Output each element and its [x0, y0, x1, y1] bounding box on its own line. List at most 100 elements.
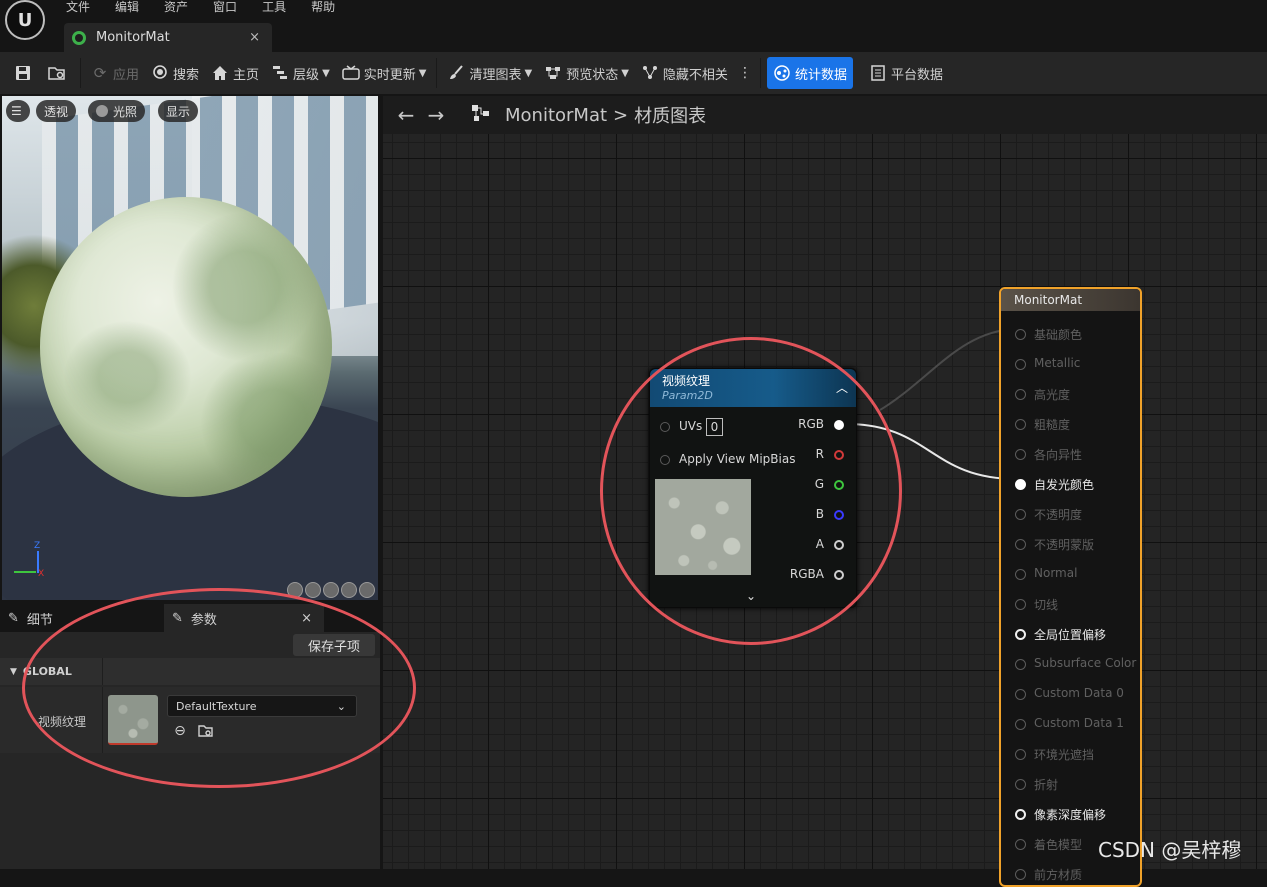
tab-monitormat[interactable]: MonitorMat × — [64, 23, 272, 52]
chevron-down-icon: ▼ — [524, 67, 533, 79]
result-input-pin[interactable] — [1015, 839, 1026, 850]
browse-button[interactable] — [42, 57, 76, 89]
result-input-label: Custom Data 0 — [1034, 686, 1124, 700]
material-result-node[interactable]: MonitorMat 基础颜色 Metallic 高光度 粗糙度 各向异性 自发光颜色 不透… — [999, 287, 1142, 887]
result-input-label: 基础颜色 — [1034, 328, 1083, 342]
tab-details-label: 细节 — [26, 612, 53, 628]
main-menu: 文件 编辑 资产 窗口 工具 帮助 — [66, 0, 335, 15]
unreal-logo-icon[interactable]: U — [5, 0, 45, 40]
result-input-pin[interactable] — [1015, 479, 1026, 490]
result-input-pin[interactable] — [1015, 569, 1026, 580]
platform-stats-button[interactable]: 平台数据 — [863, 57, 949, 89]
result-input-label: 自发光颜色 — [1034, 478, 1095, 492]
forward-arrow-icon[interactable]: → — [421, 103, 451, 127]
tab-title: MonitorMat — [96, 30, 170, 45]
result-input-pin[interactable] — [1015, 539, 1026, 550]
collapse-triangle-icon[interactable]: ▼ — [10, 667, 17, 677]
live-update-button[interactable]: 实时更新 ▼ — [336, 57, 433, 89]
folder-search-icon — [48, 64, 66, 82]
platform-stats-icon — [869, 64, 887, 82]
tab-close-icon[interactable]: × — [249, 30, 260, 45]
result-input-label: 环境光遮挡 — [1034, 748, 1095, 762]
preview-state-button[interactable]: 预览状态 ▼ — [538, 57, 635, 89]
result-input-label: 全局位置偏移 — [1034, 628, 1107, 642]
save-button[interactable] — [8, 57, 42, 89]
result-input-pin[interactable] — [1015, 359, 1026, 370]
menu-help[interactable]: 帮助 — [311, 0, 335, 15]
result-input-pin[interactable] — [1015, 719, 1026, 730]
result-input-label: 折射 — [1034, 778, 1059, 792]
hierarchy-label: 层级 — [293, 67, 320, 83]
result-input-label: 高光度 — [1034, 388, 1071, 402]
stats-button[interactable]: 统计数据 — [766, 57, 853, 89]
plane-shape-icon[interactable] — [323, 582, 339, 598]
result-input-pin[interactable] — [1015, 449, 1026, 460]
perspective-button[interactable]: 透视 — [36, 100, 77, 122]
search-icon — [151, 64, 169, 82]
preview-viewport[interactable]: ☰ 透视 光照 显示 Z X — [2, 96, 378, 600]
search-button[interactable]: 搜索 — [145, 57, 205, 89]
preview-state-icon — [544, 64, 562, 82]
breadcrumb-asset[interactable]: MonitorMat — [505, 105, 607, 126]
toolbar: ⟳ 应用 搜索 主页 层级 ▼ 实时更新 ▼ 清理图表 ▼ 预览状态 ▼ 隐藏不… — [0, 52, 1267, 94]
result-input-pin[interactable] — [1015, 869, 1026, 880]
menu-file[interactable]: 文件 — [66, 0, 90, 15]
graph-icon — [471, 103, 491, 127]
menu-asset[interactable]: 资产 — [164, 0, 188, 15]
apply-icon: ⟳ — [93, 64, 107, 82]
preview-state-label: 预览状态 — [566, 67, 619, 83]
cube-shape-icon[interactable] — [341, 582, 357, 598]
lit-button[interactable]: 光照 — [88, 100, 146, 122]
show-label: 显示 — [166, 104, 191, 119]
result-input-label: 像素深度偏移 — [1034, 808, 1107, 822]
brush-icon — [447, 64, 465, 82]
axis-x-label: X — [38, 569, 45, 579]
breadcrumb-graph: 材质图表 — [634, 106, 707, 127]
result-input-pin[interactable] — [1015, 629, 1026, 640]
search-label: 搜索 — [173, 67, 200, 83]
result-input-pin[interactable] — [1015, 809, 1026, 820]
hierarchy-button[interactable]: 层级 ▼ — [265, 57, 336, 89]
home-button[interactable]: 主页 — [205, 57, 265, 89]
result-input-pin[interactable] — [1015, 419, 1026, 430]
result-input-label: 着色模型 — [1034, 838, 1083, 852]
preview-shape-buttons — [287, 582, 375, 598]
chevron-down-icon: ▼ — [322, 67, 330, 79]
more-options-button[interactable]: ⋮ — [734, 57, 756, 89]
clean-graph-button[interactable]: 清理图表 ▼ — [441, 57, 538, 89]
result-input-pin[interactable] — [1015, 329, 1026, 340]
home-label: 主页 — [233, 67, 260, 83]
sphere-shape-icon[interactable] — [305, 582, 321, 598]
menu-edit[interactable]: 编辑 — [115, 0, 139, 15]
result-input-pin[interactable] — [1015, 389, 1026, 400]
menu-window[interactable]: 窗口 — [213, 0, 237, 15]
result-input-pin[interactable] — [1015, 689, 1026, 700]
hide-unrelated-button[interactable]: 隐藏不相关 — [635, 57, 734, 89]
platform-stats-label: 平台数据 — [890, 67, 943, 83]
menu-tools[interactable]: 工具 — [262, 0, 286, 15]
teapot-shape-icon[interactable] — [359, 582, 375, 598]
viewport-menu-button[interactable]: ☰ — [6, 100, 30, 122]
material-icon — [72, 30, 86, 45]
perspective-label: 透视 — [44, 104, 69, 119]
result-input-pin[interactable] — [1015, 509, 1026, 520]
result-input-pin[interactable] — [1015, 599, 1026, 610]
document-tab-strip: MonitorMat × — [0, 14, 1267, 52]
menu-bar: 文件 编辑 资产 窗口 工具 帮助 — [0, 0, 1267, 14]
result-input-pin[interactable] — [1015, 749, 1026, 760]
result-input-label: 粗糙度 — [1034, 418, 1071, 432]
back-arrow-icon[interactable]: ← — [391, 103, 421, 127]
hide-unrelated-label: 隐藏不相关 — [662, 67, 728, 83]
result-input-pin[interactable] — [1015, 659, 1026, 670]
home-icon — [211, 64, 229, 82]
kebab-menu-icon: ⋮ — [737, 65, 752, 81]
result-input-pin[interactable] — [1015, 779, 1026, 790]
show-button[interactable]: 显示 — [158, 100, 199, 122]
result-node-header[interactable]: MonitorMat — [1001, 289, 1140, 311]
stats-icon — [773, 64, 791, 82]
axis-z-label: Z — [34, 541, 41, 551]
hamburger-icon: ☰ — [11, 104, 22, 118]
breadcrumb-separator: > — [613, 104, 629, 126]
result-input-label: Normal — [1034, 566, 1078, 580]
apply-button[interactable]: ⟳ 应用 — [85, 57, 145, 89]
